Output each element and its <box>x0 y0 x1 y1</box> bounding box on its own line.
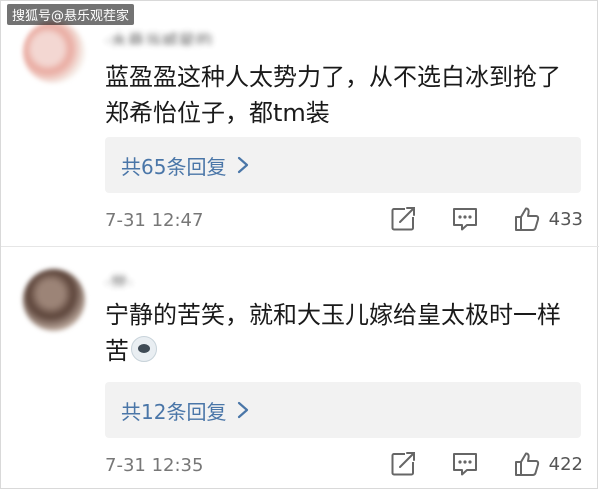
like-count: 433 <box>548 208 583 230</box>
divider <box>1 246 599 247</box>
comment-item: ·世· 宁静的苦笑，就和大玉儿嫁给皇太极时一样苦 共12条回复 7-31 12:… <box>1 249 599 490</box>
reply-count-label: 共65条回复 <box>121 154 227 179</box>
avatar[interactable] <box>23 21 85 83</box>
username[interactable]: ·世· <box>105 269 245 287</box>
comment-list: 搜狐号@悬乐观茬家 ·水悬当威星的 蓝盈盈这种人太势力了，从不选白冰到抢了郑希怡… <box>0 0 599 490</box>
timestamp: 7-31 12:47 <box>105 210 204 231</box>
comment-icon[interactable] <box>451 205 479 233</box>
comment-actions: 433 <box>389 205 583 233</box>
view-replies-button[interactable]: 共12条回复 <box>105 382 581 438</box>
comment-item: ·水悬当威星的 蓝盈盈这种人太势力了，从不选白冰到抢了郑希怡位子，都tm装 共6… <box>1 1 599 246</box>
view-replies-button[interactable]: 共65条回复 <box>105 137 581 193</box>
share-icon[interactable] <box>389 450 417 478</box>
chevron-right-icon <box>238 401 249 419</box>
share-icon[interactable] <box>389 205 417 233</box>
comment-icon[interactable] <box>451 450 479 478</box>
emoji-icon <box>131 336 157 362</box>
username[interactable]: ·水悬当威星的 <box>105 27 305 45</box>
thumbs-up-icon[interactable] <box>513 450 541 478</box>
comment-actions: 422 <box>389 450 583 478</box>
watermark: 搜狐号@悬乐观茬家 <box>7 4 135 25</box>
reply-count-label: 共12条回复 <box>121 399 227 424</box>
like-count: 422 <box>548 453 583 475</box>
chevron-right-icon <box>238 156 249 174</box>
comment-text-content: 宁静的苦笑，就和大玉儿嫁给皇太极时一样苦 <box>105 301 561 365</box>
avatar[interactable] <box>23 269 85 331</box>
thumbs-up-icon[interactable] <box>513 205 541 233</box>
comment-text: 蓝盈盈这种人太势力了，从不选白冰到抢了郑希怡位子，都tm装 <box>105 63 561 127</box>
comment-text: 宁静的苦笑，就和大玉儿嫁给皇太极时一样苦 <box>105 297 575 369</box>
timestamp: 7-31 12:35 <box>105 455 204 476</box>
